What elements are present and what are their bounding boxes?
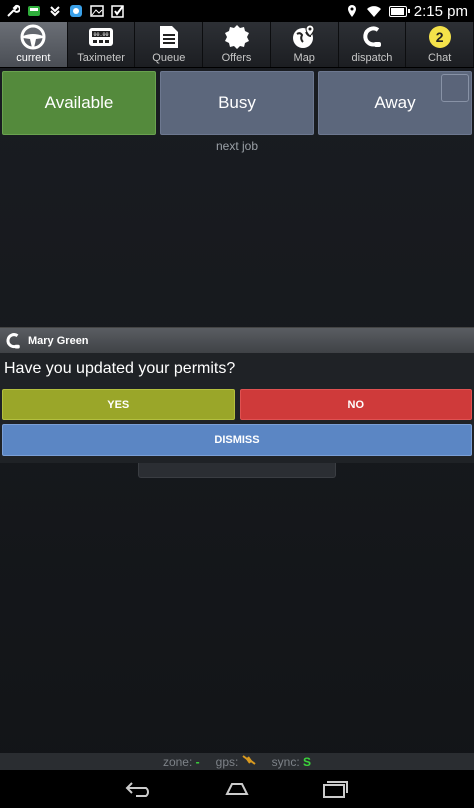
wifi-icon bbox=[366, 6, 381, 17]
away-button[interactable]: Away bbox=[318, 71, 472, 135]
taxi-icon bbox=[28, 6, 40, 16]
dialog-question: Have you updated your permits? bbox=[4, 360, 236, 377]
image-icon bbox=[90, 5, 104, 17]
recent-apps-button[interactable] bbox=[315, 777, 355, 801]
wrench-icon bbox=[7, 4, 20, 17]
home-icon bbox=[225, 783, 249, 795]
available-button[interactable]: Available bbox=[2, 71, 156, 135]
screen: 2:15 pm current 00.00 Taximeter Queue Of… bbox=[0, 0, 474, 808]
steering-wheel-icon bbox=[20, 24, 46, 50]
status-buttons: Available Busy Away bbox=[0, 71, 474, 135]
tab-label: current bbox=[16, 52, 51, 64]
hidden-panel-tab[interactable] bbox=[138, 463, 336, 478]
back-button[interactable] bbox=[119, 777, 159, 801]
no-button[interactable]: NO bbox=[239, 389, 472, 420]
location-icon bbox=[347, 5, 356, 17]
tab-dispatch[interactable]: dispatch bbox=[339, 22, 407, 67]
chat-badge: 2 bbox=[428, 26, 451, 48]
info-bar: zone: - gps: sync: S bbox=[0, 753, 474, 770]
tab-bar: current 00.00 Taximeter Queue Offers Map bbox=[0, 22, 474, 68]
yes-button[interactable]: YES bbox=[2, 389, 235, 420]
dismiss-button[interactable]: DISMISS bbox=[2, 424, 472, 456]
tab-label: Offers bbox=[221, 52, 252, 64]
zone-status: zone: - bbox=[162, 754, 200, 769]
offers-badge-icon bbox=[224, 25, 249, 49]
tab-label: dispatch bbox=[351, 52, 393, 64]
checkbox-icon bbox=[111, 5, 124, 18]
tab-map[interactable]: Map bbox=[271, 22, 339, 67]
tab-queue[interactable]: Queue bbox=[135, 22, 204, 67]
app-icon bbox=[70, 5, 82, 17]
tab-taximeter[interactable]: 00.00 Taximeter bbox=[68, 22, 136, 67]
document-icon bbox=[159, 26, 178, 48]
tab-label: Taximeter bbox=[77, 52, 125, 64]
status-bar: 2:15 pm bbox=[0, 0, 474, 22]
corner-toggle[interactable] bbox=[441, 74, 469, 102]
back-icon bbox=[125, 782, 149, 797]
sender-name: Mary Green bbox=[28, 334, 89, 347]
message-dialog: Mary Green Have you updated your permits… bbox=[0, 327, 474, 463]
tab-chat[interactable]: 2 Chat bbox=[406, 22, 474, 67]
tab-label: Chat bbox=[428, 52, 452, 64]
battery-icon bbox=[388, 5, 410, 17]
globe-pin-icon bbox=[293, 24, 315, 48]
headset-icon bbox=[6, 332, 20, 348]
navigation-bar bbox=[0, 770, 474, 808]
satellite-icon bbox=[242, 755, 256, 765]
gps-status: gps: bbox=[216, 754, 256, 769]
dialog-header: Mary Green bbox=[0, 328, 474, 353]
sync-status: sync: S bbox=[271, 754, 312, 769]
busy-button[interactable]: Busy bbox=[160, 71, 314, 135]
clock: 2:15 pm bbox=[413, 2, 468, 20]
home-button[interactable] bbox=[217, 777, 257, 801]
away-label: Away bbox=[374, 93, 416, 112]
recent-apps-icon bbox=[323, 781, 348, 798]
headset-icon bbox=[363, 26, 381, 47]
tab-label: Map bbox=[293, 52, 315, 64]
taximeter-icon: 00.00 bbox=[89, 28, 114, 46]
taximeter-reading: 00.00 bbox=[94, 32, 109, 38]
tab-current[interactable]: current bbox=[0, 22, 68, 67]
tab-label: Queue bbox=[152, 52, 186, 64]
download-icon bbox=[50, 6, 60, 17]
next-job-label: next job bbox=[215, 139, 259, 153]
tab-offers[interactable]: Offers bbox=[203, 22, 271, 67]
